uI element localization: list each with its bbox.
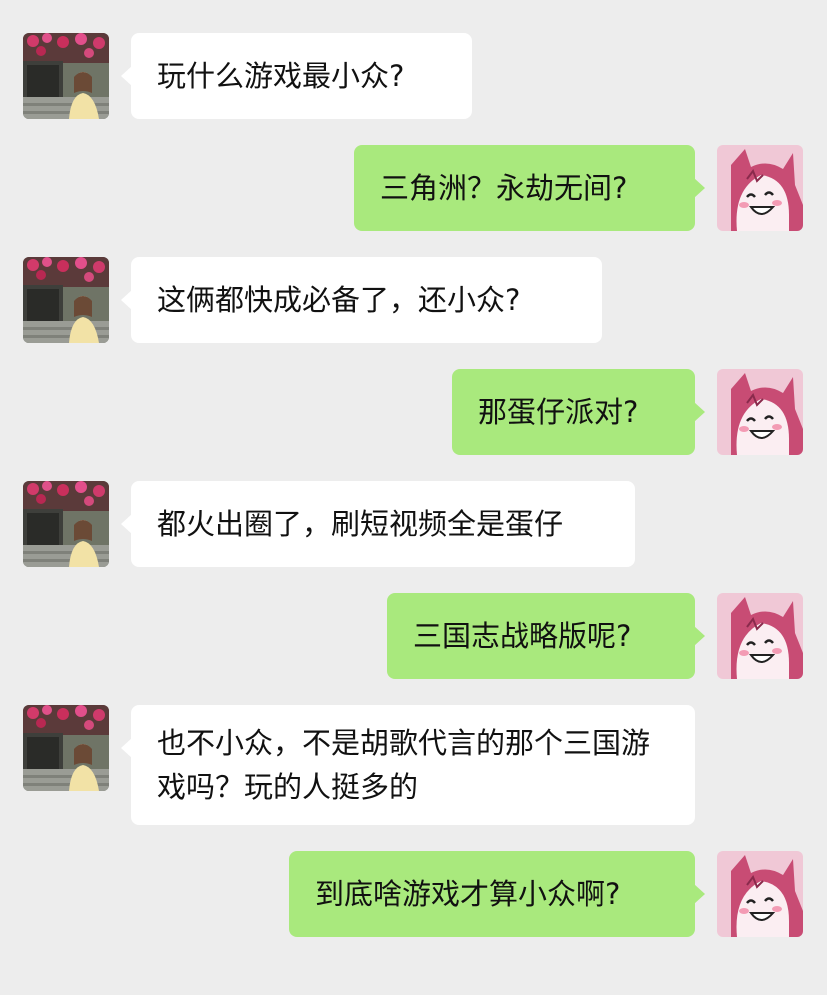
my-avatar-cartoon-icon (717, 369, 803, 455)
friend-avatar-photo-icon (23, 33, 109, 119)
outgoing-message-bubble[interactable]: 到底啥游戏才算小众啊? (289, 851, 705, 937)
incoming-message-bubble[interactable]: 玩什么游戏最小众? (121, 33, 472, 119)
my-avatar-cartoon-icon (717, 851, 803, 937)
chat-window: 玩什么游戏最小众? 三角洲？永劫无间? 这俩都快成必备了，还小众? 那蛋仔派对?… (0, 0, 827, 995)
friend-avatar-photo-icon (23, 481, 109, 567)
friend-avatar[interactable] (23, 705, 109, 791)
outgoing-message-bubble[interactable]: 那蛋仔派对? (452, 369, 705, 455)
my-avatar[interactable] (717, 369, 803, 455)
incoming-message-bubble[interactable]: 也不小众，不是胡歌代言的那个三国游戏吗？玩的人挺多的 (121, 705, 695, 825)
incoming-message-bubble[interactable]: 都火出圈了，刷短视频全是蛋仔 (121, 481, 635, 567)
my-avatar[interactable] (717, 851, 803, 937)
my-avatar[interactable] (717, 593, 803, 679)
friend-avatar[interactable] (23, 257, 109, 343)
my-avatar-cartoon-icon (717, 145, 803, 231)
friend-avatar[interactable] (23, 481, 109, 567)
outgoing-message-bubble[interactable]: 三角洲？永劫无间? (354, 145, 705, 231)
my-avatar[interactable] (717, 145, 803, 231)
incoming-message-bubble[interactable]: 这俩都快成必备了，还小众? (121, 257, 602, 343)
my-avatar-cartoon-icon (717, 593, 803, 679)
friend-avatar-photo-icon (23, 257, 109, 343)
friend-avatar-photo-icon (23, 705, 109, 791)
outgoing-message-bubble[interactable]: 三国志战略版呢? (387, 593, 705, 679)
friend-avatar[interactable] (23, 33, 109, 119)
